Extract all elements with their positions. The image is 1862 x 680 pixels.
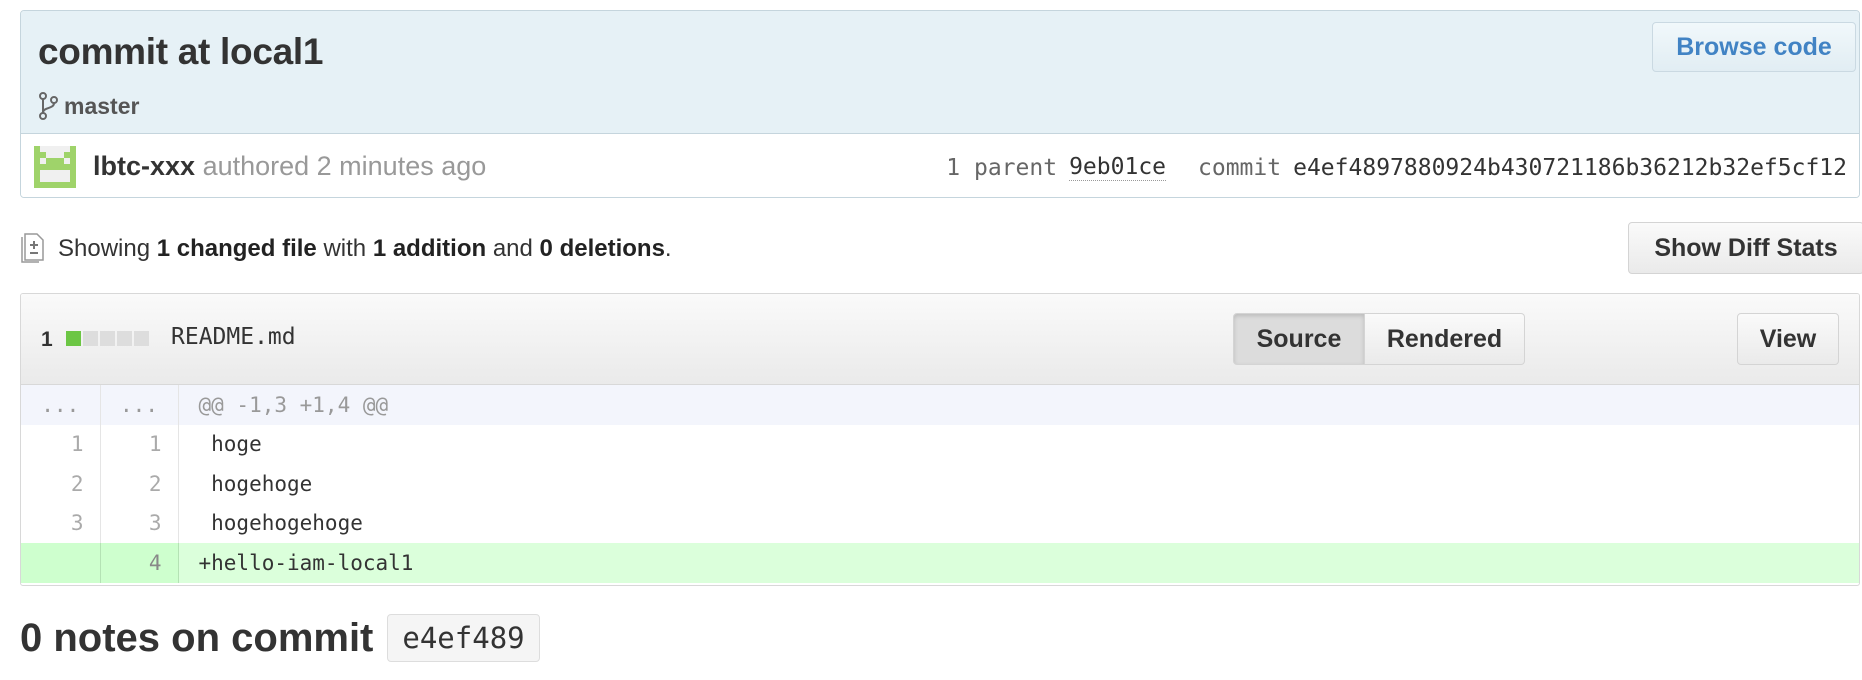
notes-title: 0 notes on commit	[20, 615, 374, 660]
notes-heading: 0 notes on commit e4ef489	[20, 614, 540, 662]
line-code: +hello-iam-local1	[178, 543, 1859, 583]
new-line-number[interactable]: 1	[100, 424, 179, 464]
old-line-number[interactable]: 1	[21, 424, 101, 464]
new-line-number[interactable]: 2	[100, 464, 179, 504]
parent-label: 1 parent	[946, 154, 1058, 181]
diff-summary: Showing 1 changed file with 1 addition a…	[58, 235, 672, 263]
rendered-button[interactable]: Rendered	[1365, 313, 1525, 365]
source-button[interactable]: Source	[1233, 313, 1365, 365]
new-line-number[interactable]: 3	[100, 503, 179, 543]
view-mode-toggle: Source Rendered	[1233, 313, 1525, 365]
line-code: hogehoge	[198, 471, 313, 496]
summary-additions: 1 addition	[372, 235, 487, 262]
parent-sha-link[interactable]: 9eb01ce	[1069, 154, 1167, 181]
diff-line-addition: 4 +hello-iam-local1	[21, 543, 1859, 583]
author-name[interactable]: lbtc-xxx	[93, 151, 195, 181]
summary-with: with	[323, 235, 367, 262]
commit-title-area: commit at local1 master Browse code	[21, 11, 1859, 134]
diff-table: ... ... @@ -1,3 +1,4 @@ 1 1 hoge 2 2 hog…	[21, 385, 1859, 583]
file-header: 1 README.md Source Rendered View	[21, 294, 1859, 385]
diff-line: 1 1 hoge	[21, 424, 1859, 464]
hunk-header-row: ... ... @@ -1,3 +1,4 @@	[21, 385, 1859, 425]
authored-time: authored 2 minutes ago	[202, 151, 487, 181]
branch-name[interactable]: master	[64, 93, 139, 120]
new-line-number[interactable]: 4	[100, 543, 179, 583]
old-line-number[interactable]: 3	[21, 503, 101, 543]
file-diff-icon	[20, 231, 46, 263]
diff-line: 3 3 hogehogehoge	[21, 503, 1859, 543]
commit-meta: lbtc-xxx authored 2 minutes ago 1 parent…	[21, 134, 1859, 197]
branch-icon	[38, 91, 60, 121]
notes-commit-sha: e4ef489	[387, 614, 540, 662]
commit-page: commit at local1 master Browse code lbtc…	[0, 0, 1862, 680]
diffstat-bar	[66, 331, 151, 346]
commit-title: commit at local1	[38, 31, 324, 72]
diff-toolbar: Showing 1 changed file with 1 addition a…	[20, 222, 1862, 276]
summary-and: and	[492, 235, 533, 262]
old-line-number[interactable]	[21, 543, 101, 583]
line-code: hoge	[198, 432, 262, 457]
diff-line: 2 2 hogehoge	[21, 464, 1859, 504]
summary-changed-files: 1 changed file	[156, 235, 317, 262]
avatar[interactable]	[34, 146, 76, 188]
file-change-count: 1	[41, 328, 53, 351]
hunk-header: @@ -1,3 +1,4 @@	[178, 385, 1859, 425]
sha-block: 1 parent 9eb01ce commit e4ef4897880924b4…	[946, 154, 1847, 181]
diffstat-neutral-block	[100, 331, 115, 346]
author-line: lbtc-xxx authored 2 minutes ago	[93, 151, 486, 182]
summary-period: .	[664, 235, 672, 262]
browse-code-button[interactable]: Browse code	[1652, 22, 1856, 72]
diffstat-neutral-block	[134, 331, 149, 346]
diffstat-add-block	[66, 331, 81, 346]
file-diff: 1 README.md Source Rendered View ... ...…	[20, 293, 1860, 586]
view-file-button[interactable]: View	[1737, 313, 1839, 365]
commit-label: commit	[1198, 154, 1282, 181]
line-code: hogehogehoge	[198, 511, 363, 536]
old-line-number[interactable]: ...	[21, 385, 101, 425]
new-line-number[interactable]: ...	[100, 385, 179, 425]
file-name[interactable]: README.md	[171, 324, 296, 350]
summary-showing: Showing	[58, 235, 151, 262]
diffstat-neutral-block	[83, 331, 98, 346]
show-diff-stats-button[interactable]: Show Diff Stats	[1628, 222, 1862, 274]
commit-sha: e4ef4897880924b430721186b36212b32ef5cf12	[1293, 154, 1847, 181]
branch-label: master	[38, 91, 139, 121]
diffstat-neutral-block	[117, 331, 132, 346]
old-line-number[interactable]: 2	[21, 464, 101, 504]
summary-deletions: 0 deletions	[539, 235, 665, 262]
commit-header: commit at local1 master Browse code lbtc…	[20, 10, 1860, 198]
